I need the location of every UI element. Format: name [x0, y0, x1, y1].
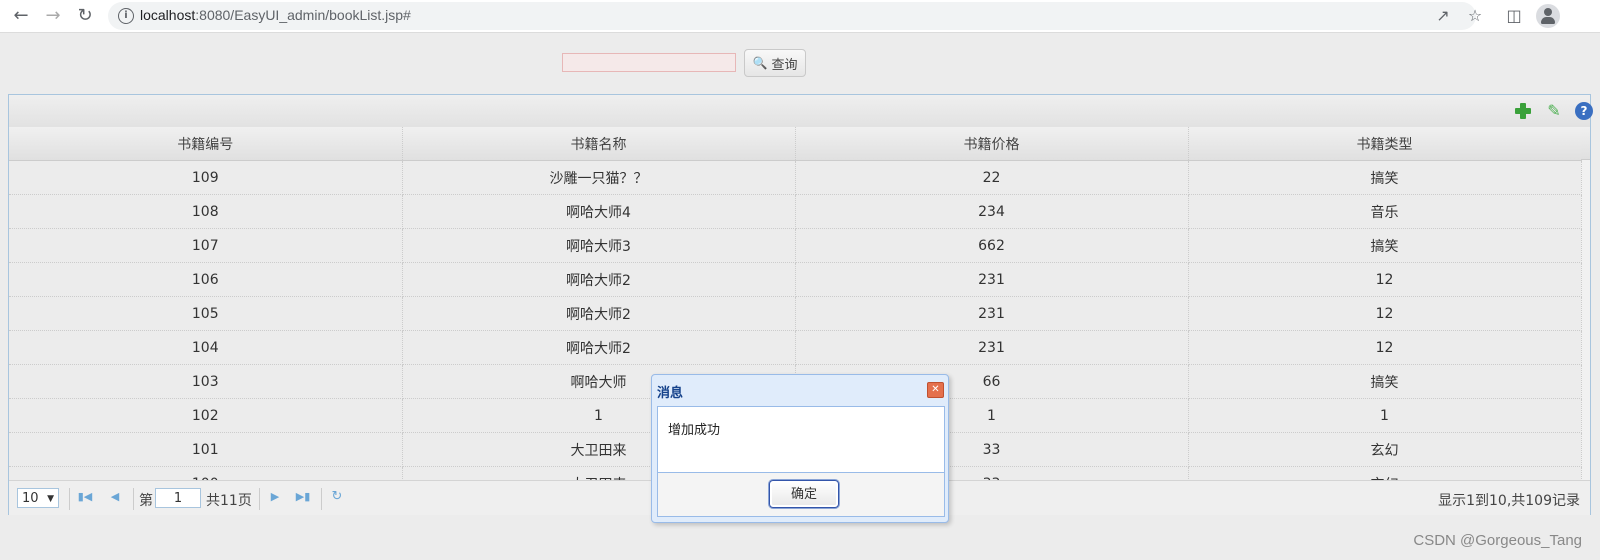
watermark: CSDN @Gorgeous_Tang	[1413, 532, 1582, 549]
table-header-row: 书籍编号 书籍名称 书籍价格 书籍类型	[9, 127, 1582, 161]
pager-separator	[133, 488, 134, 510]
search-button[interactable]: 🔍 查询	[744, 49, 806, 77]
table-cell: 101	[9, 432, 403, 467]
table-cell: 玄幻	[1188, 432, 1582, 467]
table-cell: 搞笑	[1188, 228, 1582, 263]
share-icon[interactable]: ↗	[1432, 5, 1454, 27]
table-cell: 12	[1188, 330, 1582, 365]
table-cell: 104	[9, 330, 403, 365]
back-icon[interactable]: ←	[10, 5, 32, 27]
grid-toolbar: ✎ ?	[9, 95, 1593, 128]
dialog-footer: 确定	[657, 473, 945, 517]
dialog-body: 增加成功	[657, 406, 945, 473]
table-cell: 231	[795, 262, 1189, 297]
last-page-icon[interactable]: ▶▮	[295, 489, 311, 505]
table-cell: 啊哈大师4	[402, 194, 796, 229]
table-row[interactable]: 107 啊哈大师3 662 搞笑	[9, 228, 1582, 263]
refresh-icon[interactable]: ↻	[329, 489, 345, 505]
pager-separator	[321, 488, 322, 510]
table-cell: 啊哈大师2	[402, 262, 796, 297]
search-input[interactable]	[562, 53, 736, 72]
table-cell: 106	[9, 262, 403, 297]
table-row[interactable]: 104 啊哈大师2 231 12	[9, 330, 1582, 365]
table-cell: 啊哈大师2	[402, 330, 796, 365]
address-bar[interactable]: i localhost:8080/EasyUI_admin/bookList.j…	[108, 2, 1476, 30]
table-cell: 102	[9, 398, 403, 433]
table-cell: 音乐	[1188, 194, 1582, 229]
next-page-icon[interactable]: ▶	[267, 489, 283, 505]
table-cell: 662	[795, 228, 1189, 263]
profile-avatar[interactable]	[1536, 4, 1560, 28]
table-row[interactable]: 108 啊哈大师4 234 音乐	[9, 194, 1582, 229]
pager-separator	[69, 488, 70, 510]
prev-page-icon[interactable]: ◀	[107, 489, 123, 505]
table-row[interactable]: 105 啊哈大师2 231 12	[9, 296, 1582, 331]
help-icon[interactable]: ?	[1575, 102, 1593, 120]
dialog-message: 增加成功	[668, 423, 721, 438]
chevron-down-icon: ▼	[47, 494, 54, 504]
close-icon[interactable]: ✕	[927, 382, 944, 398]
table-cell: 啊哈大师3	[402, 228, 796, 263]
dialog-title: 消息	[657, 386, 684, 401]
page-prefix: 第	[139, 493, 153, 509]
side-panel-icon[interactable]: ◫	[1503, 5, 1525, 27]
add-icon[interactable]	[1514, 102, 1532, 120]
table-cell: 啊哈大师2	[402, 296, 796, 331]
ok-button[interactable]: 确定	[769, 480, 839, 508]
reload-icon[interactable]: ↻	[74, 5, 96, 27]
star-icon[interactable]: ☆	[1464, 5, 1486, 27]
table-cell: 搞笑	[1188, 160, 1582, 195]
table-cell: 107	[9, 228, 403, 263]
column-header[interactable]: 书籍编号	[9, 127, 403, 161]
header-gutter	[1581, 127, 1590, 160]
browser-toolbar: ← → ↻ i localhost:8080/EasyUI_admin/book…	[0, 0, 1600, 33]
column-header[interactable]: 书籍类型	[1188, 127, 1582, 161]
search-icon: 🔍	[752, 56, 768, 70]
site-info-icon[interactable]: i	[118, 8, 134, 24]
column-header[interactable]: 书籍名称	[402, 127, 796, 161]
record-info: 显示1到10,共109记录	[1438, 493, 1580, 509]
table-cell: 234	[795, 194, 1189, 229]
page-total: 共11页	[206, 493, 252, 509]
pager-separator	[259, 488, 260, 510]
table-cell: 105	[9, 296, 403, 331]
table-cell: 沙雕一只猫？？	[402, 160, 796, 195]
table-cell: 12	[1188, 296, 1582, 331]
table-cell: 103	[9, 364, 403, 399]
forward-icon[interactable]: →	[42, 5, 64, 27]
table-cell: 231	[795, 296, 1189, 331]
table-cell: 108	[9, 194, 403, 229]
column-header[interactable]: 书籍价格	[795, 127, 1189, 161]
page-size-value: 10	[22, 491, 39, 506]
first-page-icon[interactable]: ▮◀	[77, 489, 93, 505]
edit-icon[interactable]: ✎	[1545, 102, 1563, 120]
page-number-input[interactable]: 1	[155, 488, 201, 508]
table-cell: 搞笑	[1188, 364, 1582, 399]
table-cell: 12	[1188, 262, 1582, 297]
table-cell: 231	[795, 330, 1189, 365]
message-dialog: 消息 ✕ 增加成功 确定	[651, 374, 949, 523]
page-size-select[interactable]: 10 ▼	[17, 488, 59, 508]
url-text[interactable]: localhost:8080/EasyUI_admin/bookList.jsp…	[140, 7, 411, 23]
table-row[interactable]: 106 啊哈大师2 231 12	[9, 262, 1582, 297]
table-row[interactable]: 109 沙雕一只猫？？ 22 搞笑	[9, 160, 1582, 195]
table-cell: 1	[1188, 398, 1582, 433]
table-cell: 109	[9, 160, 403, 195]
search-button-label: 查询	[771, 57, 798, 73]
table-cell: 22	[795, 160, 1189, 195]
